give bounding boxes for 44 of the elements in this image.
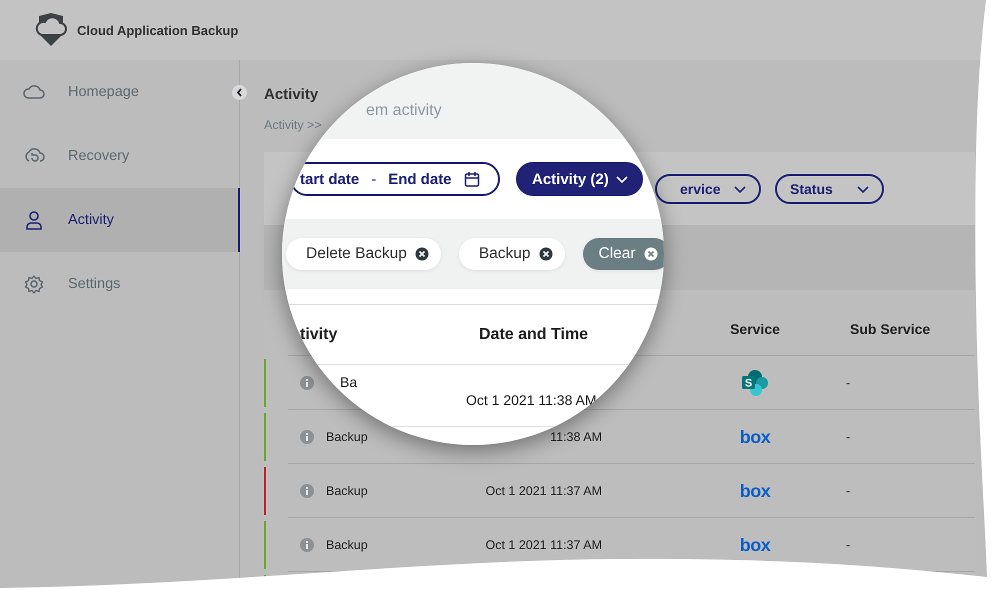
filter-dropdown[interactable]: Activity (2)	[516, 162, 643, 196]
remove-icon	[538, 247, 553, 261]
info-icon	[300, 430, 314, 444]
filter-dropdown[interactable]: ervice	[655, 174, 761, 204]
chevron-left-icon	[236, 88, 243, 97]
page-title: Activity	[264, 86, 318, 104]
table-cell: Oct 1 2021 11:37 AM	[485, 538, 602, 552]
box-logo: box	[740, 536, 770, 554]
table-cell: -	[846, 484, 850, 498]
info-icon	[300, 376, 314, 390]
remove-icon	[414, 247, 429, 261]
table-cell: Backup	[326, 430, 368, 444]
box-logo: box	[740, 428, 770, 446]
chevron-down-icon	[733, 184, 747, 194]
filter-chip[interactable]: Delete Backup	[286, 238, 441, 270]
table-cell: -	[846, 376, 850, 390]
table-cell: -	[846, 430, 850, 444]
sidebar-item[interactable]: Activity	[0, 188, 240, 252]
filter-chip[interactable]: Backup	[458, 238, 565, 270]
table-cell: Backup	[326, 484, 368, 498]
cloud-shield-logo	[34, 13, 68, 47]
table-cell: Oct 1 2021 11:37 AM	[485, 484, 602, 498]
info-icon	[300, 484, 314, 498]
calendar-icon	[464, 171, 480, 187]
settings-icon	[22, 273, 46, 295]
collapse-button[interactable]	[232, 85, 247, 100]
column-header: Service	[730, 320, 780, 336]
table-cell: Ba	[340, 374, 358, 390]
clear-button[interactable]: Clear	[582, 238, 664, 270]
table-cell: 11:38 AM	[550, 430, 602, 444]
chevron-down-icon	[856, 184, 870, 194]
column-header: Sub Service	[850, 320, 930, 336]
box-logo: box	[740, 482, 770, 500]
column-header: tivity	[300, 326, 338, 342]
page-subtitle: em activity	[366, 102, 443, 120]
filter-dropdown[interactable]: Status	[775, 174, 884, 204]
table-cell: Backup	[326, 538, 368, 552]
chevron-down-icon	[614, 174, 629, 184]
breadcrumb: Activity >>	[264, 117, 322, 133]
info-icon	[300, 538, 314, 552]
column-header: Date and Time	[479, 326, 588, 342]
remove-icon	[644, 247, 658, 261]
app-title: Cloud Application Backup	[77, 22, 238, 38]
table-cell: -	[846, 538, 850, 552]
